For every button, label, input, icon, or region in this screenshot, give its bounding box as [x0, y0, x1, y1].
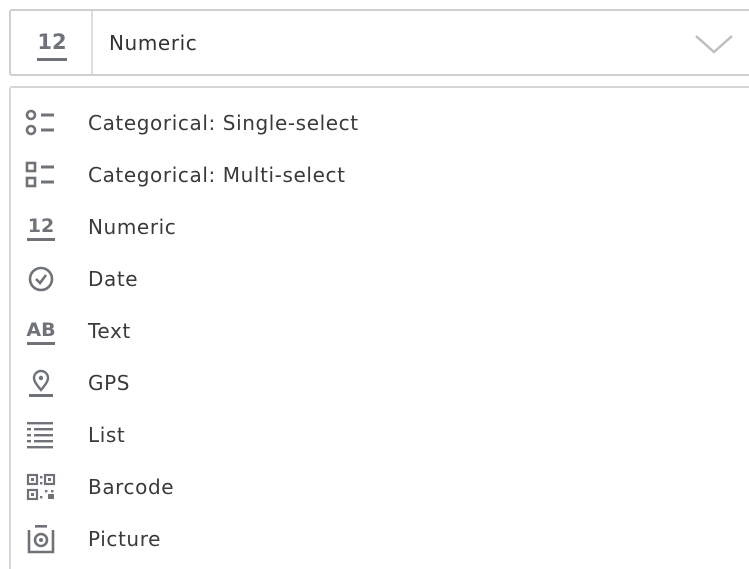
qr-code-icon — [24, 472, 58, 502]
menu-item-list[interactable]: List — [11, 410, 749, 460]
menu-item-label: Picture — [88, 527, 161, 551]
menu-item-multi-select[interactable]: Categorical: Multi-select — [11, 150, 749, 200]
camera-icon — [24, 524, 58, 554]
menu-item-barcode[interactable]: Barcode — [11, 462, 749, 512]
menu-item-numeric[interactable]: 12 Numeric — [11, 202, 749, 252]
menu-item-single-select[interactable]: Categorical: Single-select — [11, 98, 749, 148]
field-type-select[interactable]: 12 Numeric — [9, 9, 749, 76]
menu-item-text[interactable]: AB Text — [11, 306, 749, 356]
field-type-menu: Categorical: Single-select Categorical: … — [9, 86, 749, 569]
field-type-picker: 12 Numeric Categorical: Single-select Ca… — [0, 0, 749, 569]
single-select-icon — [24, 108, 58, 138]
menu-item-label: Text — [88, 319, 131, 343]
menu-item-label: Barcode — [88, 475, 175, 499]
menu-item-label: List — [88, 423, 126, 447]
text-ab-icon: AB — [24, 316, 58, 346]
menu-item-label: GPS — [88, 371, 131, 395]
menu-item-label: Date — [88, 267, 139, 291]
svg-text:12: 12 — [28, 215, 54, 237]
numeric-12-icon: 12 — [24, 212, 58, 242]
numeric-12-icon: 12 — [22, 23, 82, 67]
menu-item-picture[interactable]: Picture — [11, 514, 749, 564]
svg-text:AB: AB — [26, 319, 55, 341]
location-pin-icon — [24, 368, 58, 398]
list-icon — [24, 420, 58, 450]
menu-item-date[interactable]: Date — [11, 254, 749, 304]
clock-icon — [24, 264, 58, 294]
multi-select-icon — [24, 160, 58, 190]
svg-text:12: 12 — [37, 30, 66, 54]
menu-item-label: Categorical: Single-select — [88, 111, 359, 135]
select-divider — [91, 11, 93, 74]
selected-value-label: Numeric — [109, 31, 198, 55]
menu-item-label: Categorical: Multi-select — [88, 163, 346, 187]
chevron-down-icon[interactable] — [694, 33, 734, 55]
menu-item-gps[interactable]: GPS — [11, 358, 749, 408]
menu-item-label: Numeric — [88, 215, 177, 239]
